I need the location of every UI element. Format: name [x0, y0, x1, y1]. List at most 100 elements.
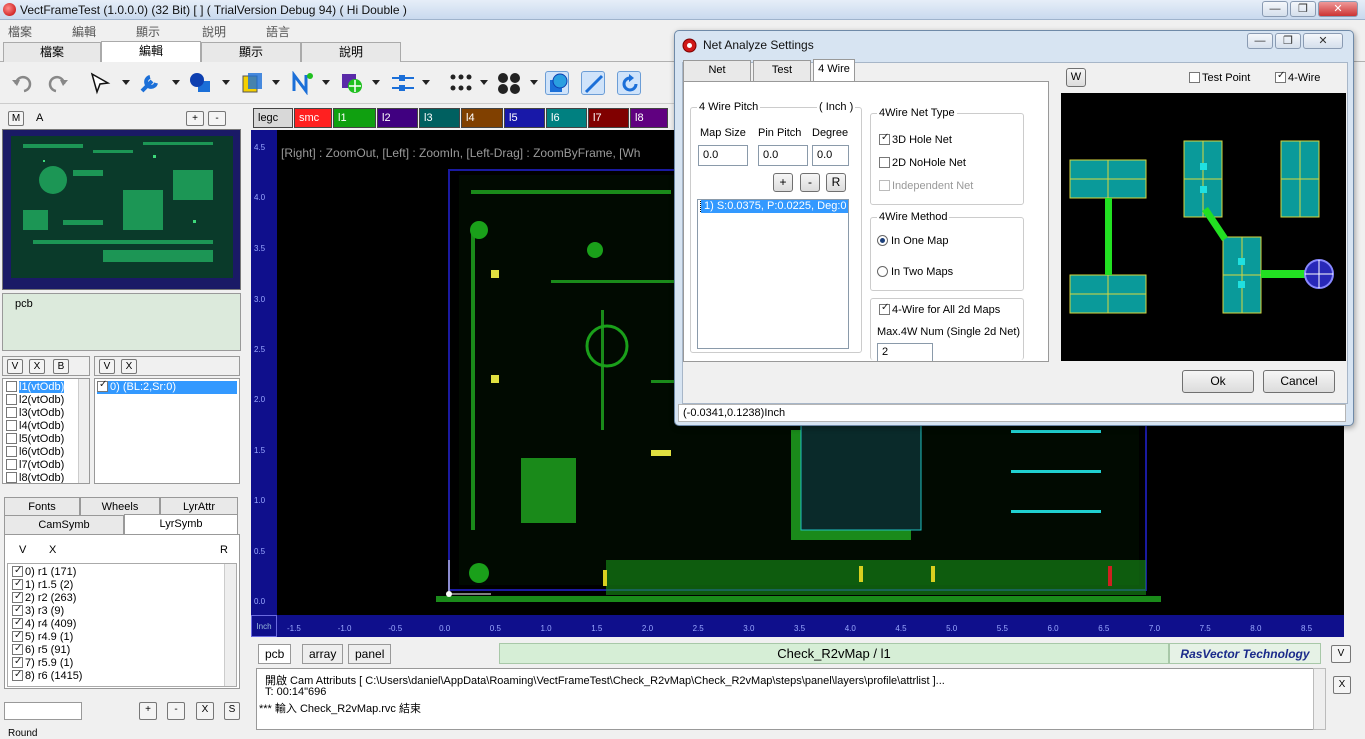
layer-checkbox[interactable]: [6, 394, 17, 405]
cancel-button[interactable]: Cancel: [1263, 370, 1335, 393]
preview-4wire-option[interactable]: 4-Wire: [1275, 70, 1320, 84]
detail-v-button[interactable]: V: [99, 359, 115, 374]
menu-edit[interactable]: 編輯: [72, 23, 96, 40]
layer-chip-l5[interactable]: l5: [504, 108, 545, 128]
in-two-maps-option[interactable]: In Two Maps: [877, 266, 953, 278]
symbol-list-scrollbar[interactable]: [224, 564, 236, 686]
layer-list-item[interactable]: l2(vtOdb): [6, 394, 64, 407]
layer-chip-l7[interactable]: l7: [588, 108, 629, 128]
preview-4wire-checkbox[interactable]: [1275, 70, 1286, 83]
layer-list-item[interactable]: l5(vtOdb): [6, 433, 64, 446]
symbol-checkbox[interactable]: [12, 668, 23, 681]
layer-chip-l1[interactable]: l1: [333, 108, 376, 128]
nohole-2d-checkbox[interactable]: [879, 157, 890, 168]
layer-chip-l3[interactable]: l3: [419, 108, 460, 128]
symbol-checkbox[interactable]: [12, 616, 23, 629]
tab-array[interactable]: array: [302, 644, 344, 664]
layer-x-button[interactable]: X: [29, 359, 45, 374]
chevron-down-icon[interactable]: [172, 80, 180, 85]
symbol-checkbox[interactable]: [12, 590, 23, 603]
chevron-down-icon[interactable]: [422, 80, 430, 85]
symbol-r-header[interactable]: R: [220, 544, 228, 556]
symbol-list-item[interactable]: 8) r6 (1415): [12, 668, 82, 683]
tab-file[interactable]: 檔案: [3, 42, 101, 62]
tab-edit[interactable]: 編輯: [101, 41, 201, 62]
symbol-checkbox[interactable]: [12, 642, 23, 655]
menu-help[interactable]: 說明: [202, 23, 226, 40]
symbol-v-header[interactable]: V: [19, 544, 26, 556]
menu-view[interactable]: 顯示: [136, 23, 160, 40]
layer-list-item[interactable]: l6(vtOdb): [6, 446, 64, 459]
net-icon[interactable]: [290, 71, 316, 95]
redo-icon[interactable]: [46, 72, 70, 94]
degree-input[interactable]: 0.0: [812, 145, 849, 166]
layer-chip-l6[interactable]: l6: [546, 108, 587, 128]
layer-list-item[interactable]: l4(vtOdb): [6, 420, 64, 433]
tab-4-wire[interactable]: 4 Wire: [813, 59, 855, 82]
v-button[interactable]: V: [1331, 645, 1351, 663]
layer-icon[interactable]: [240, 71, 266, 95]
dialog-minimize-button[interactable]: —: [1247, 33, 1273, 49]
all-2d-maps-option[interactable]: 4-Wire for All 2d Maps: [879, 302, 1000, 316]
preview-test-point-checkbox[interactable]: [1189, 72, 1200, 83]
zoom-minus-button[interactable]: -: [208, 111, 226, 126]
menu-language[interactable]: 語言: [266, 23, 290, 40]
independent-option[interactable]: Independent Net: [879, 180, 973, 192]
layer-chip-legc[interactable]: legc: [253, 108, 293, 128]
layer-list-item[interactable]: l1(vtOdb): [6, 381, 65, 394]
symbol-x-button[interactable]: X: [196, 702, 214, 720]
minimize-button[interactable]: —: [1262, 1, 1288, 17]
hole-3d-checkbox[interactable]: [879, 132, 890, 145]
board-thumbnail[interactable]: [2, 129, 241, 290]
shapes-icon[interactable]: [188, 71, 214, 95]
tab-camsymb[interactable]: CamSymb: [4, 515, 124, 536]
round-option[interactable]: Round: [8, 728, 37, 739]
hole-3d-option[interactable]: 3D Hole Net: [879, 132, 952, 146]
chevron-down-icon[interactable]: [322, 80, 330, 85]
layer-list-scrollbar[interactable]: [78, 379, 89, 483]
layer-list-item[interactable]: l3(vtOdb): [6, 407, 64, 420]
message-close-button[interactable]: X: [1333, 676, 1351, 694]
layer-chip-l2[interactable]: l2: [377, 108, 418, 128]
layer-list-item[interactable]: l8(vtOdb): [6, 472, 64, 483]
layer-b-button[interactable]: B: [53, 359, 69, 374]
grid-dots-icon[interactable]: [448, 71, 474, 95]
layer-checkbox[interactable]: [6, 459, 17, 470]
symbol-checkbox[interactable]: [12, 629, 23, 642]
symbol-x-header[interactable]: X: [49, 544, 56, 556]
tab-pcb[interactable]: pcb: [258, 644, 292, 664]
symbol-input[interactable]: [4, 702, 82, 720]
all-2d-maps-checkbox[interactable]: [879, 302, 890, 315]
dialog-maximize-button[interactable]: ❐: [1275, 33, 1301, 49]
in-one-map-radio[interactable]: [877, 235, 888, 246]
layer-checkbox[interactable]: [6, 407, 17, 418]
independent-checkbox[interactable]: [879, 180, 890, 191]
layer-chip-smc[interactable]: smc: [294, 108, 332, 128]
preview-test-point-option[interactable]: Test Point: [1189, 72, 1250, 84]
zoom-plus-button[interactable]: +: [186, 111, 204, 126]
select-arrow-icon[interactable]: [88, 71, 114, 95]
menu-file[interactable]: 檔案: [8, 23, 32, 40]
symbol-minus-button[interactable]: -: [167, 702, 185, 720]
layer-list-item[interactable]: l7(vtOdb): [6, 459, 64, 472]
chevron-down-icon[interactable]: [272, 80, 280, 85]
chevron-down-icon[interactable]: [372, 80, 380, 85]
pitch-reset-button[interactable]: R: [826, 173, 846, 192]
m-button[interactable]: M: [8, 111, 24, 126]
chevron-down-icon[interactable]: [480, 80, 488, 85]
chevron-down-icon[interactable]: [122, 80, 130, 85]
symbol-checkbox[interactable]: [12, 655, 23, 668]
symbol-checkbox[interactable]: [12, 577, 23, 590]
preview-w-button[interactable]: W: [1066, 68, 1086, 87]
nohole-2d-option[interactable]: 2D NoHole Net: [879, 157, 966, 169]
layer-checkbox[interactable]: [6, 420, 17, 431]
layer-checkbox[interactable]: [6, 472, 17, 483]
detail-x-button[interactable]: X: [121, 359, 137, 374]
layer-chip-l4[interactable]: l4: [461, 108, 503, 128]
layer-checkbox[interactable]: [6, 446, 17, 457]
pin-pitch-input[interactable]: 0.0: [758, 145, 808, 166]
wrench-icon[interactable]: [138, 71, 164, 95]
tree-item-pcb[interactable]: pcb: [15, 298, 33, 310]
close-button[interactable]: ✕: [1318, 1, 1358, 17]
pitch-remove-button[interactable]: -: [800, 173, 820, 192]
